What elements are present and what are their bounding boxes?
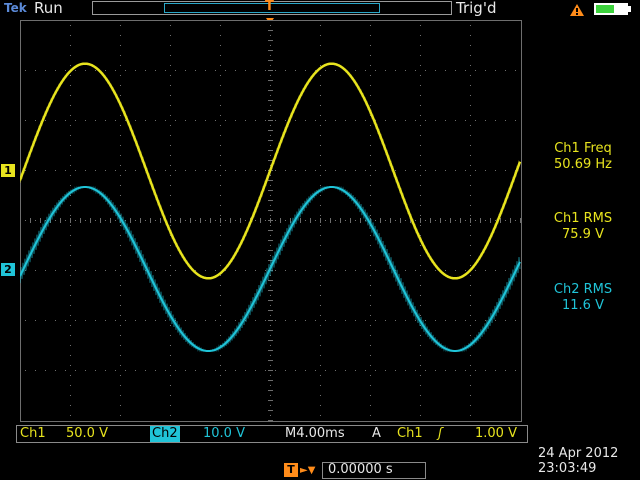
ch2-ground-marker[interactable]: 2 <box>1 263 15 276</box>
delay-arrow-icon: ►▼ <box>300 465 316 476</box>
measurement-ch2-rms: Ch2 RMS 11.6 V <box>527 282 639 314</box>
ch2-label[interactable]: Ch2 <box>150 426 180 442</box>
rising-edge-icon: ʃ <box>438 426 443 441</box>
trigger-status: Trig'd <box>456 0 497 17</box>
ch1-ground-marker[interactable]: 1 <box>1 164 15 177</box>
record-trigger-marker: T <box>265 0 274 14</box>
delay-value: 0.00000 s <box>328 462 393 477</box>
measurement-value: 11.6 V <box>562 298 604 313</box>
run-status: Run <box>34 0 63 17</box>
timebase-readout: M4.00ms <box>285 426 345 441</box>
measurement-value: 50.69 Hz <box>554 157 612 172</box>
trigger-level: 1.00 V <box>475 426 517 441</box>
ch2-scale: 10.0 V <box>203 426 245 441</box>
trigger-mode: A <box>372 426 381 441</box>
ch1-scale: 50.0 V <box>66 426 108 441</box>
delay-trigger-icon: T <box>284 463 298 477</box>
date-display: 24 Apr 2012 <box>538 446 619 461</box>
ch1-label[interactable]: Ch1 <box>20 426 46 442</box>
warning-icon <box>569 2 585 21</box>
brand-logo: Tek <box>4 1 27 15</box>
battery-icon <box>594 1 634 21</box>
measurement-label: Ch2 RMS <box>553 282 613 297</box>
measurement-label: Ch1 RMS <box>553 211 613 226</box>
measurement-label: Ch1 Freq <box>554 141 612 156</box>
measurement-value: 75.9 V <box>562 227 604 242</box>
time-display: 23:03:49 <box>538 461 597 476</box>
scope-display <box>20 20 522 422</box>
trigger-source: Ch1 <box>397 426 423 441</box>
measurement-ch1-rms: Ch1 RMS 75.9 V <box>527 211 639 243</box>
measurement-ch1-freq: Ch1 Freq 50.69 Hz <box>527 141 639 173</box>
